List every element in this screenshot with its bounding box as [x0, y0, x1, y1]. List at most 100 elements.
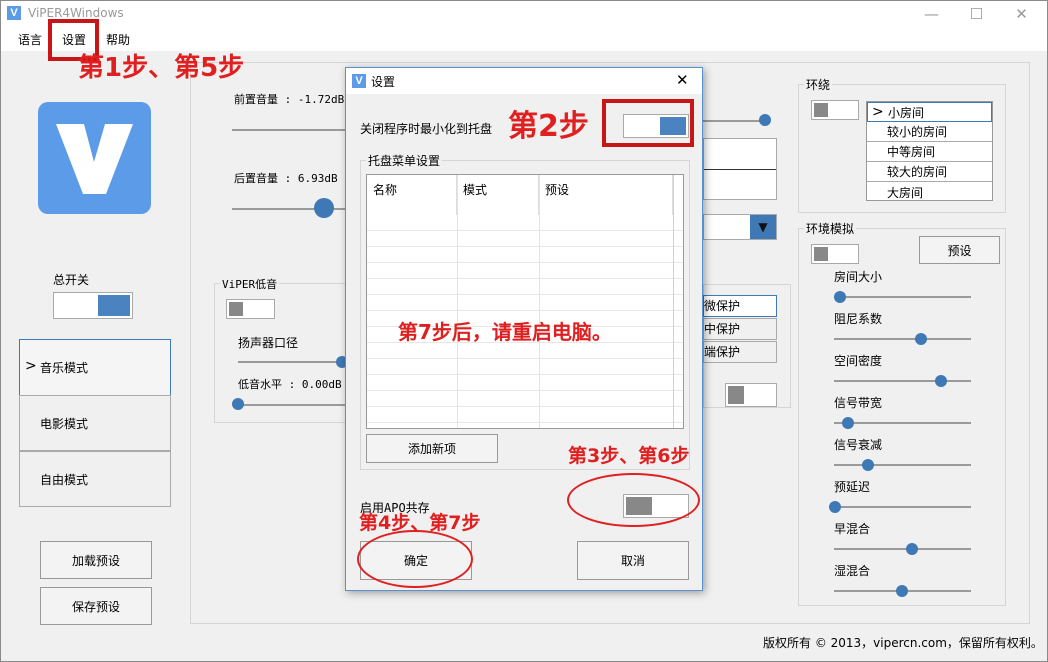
partial-slider[interactable]	[703, 120, 765, 122]
dialog-title-bar	[346, 68, 702, 94]
column-header-mode[interactable]: 模式	[457, 175, 539, 215]
speaker-size-label: 扬声器口径	[238, 336, 299, 350]
env-param-label: 湿混合	[834, 564, 871, 578]
logo-v-icon	[56, 124, 133, 194]
protection-item-1[interactable]: 微保护	[703, 295, 777, 317]
partial-slider-thumb[interactable]	[759, 114, 771, 126]
env-param-label: 预延迟	[834, 480, 871, 494]
bass-level-slider[interactable]	[238, 404, 346, 406]
add-item-button[interactable]: 添加新项	[366, 434, 498, 463]
dialog-app-icon: V	[352, 74, 366, 88]
copyright-text: 版权所有 © 2013，vipercn.com，保留所有权利。	[763, 636, 1043, 650]
env-toggle[interactable]	[811, 244, 859, 264]
table-row[interactable]	[367, 407, 683, 423]
annotation-step-2: 第2步	[508, 109, 589, 144]
table-header: 名称 模式 预设	[367, 175, 683, 215]
window-title: ViPER4Windows	[28, 6, 124, 20]
env-title: 环境模拟	[804, 220, 857, 237]
tray-menu-title: 托盘菜单设置	[366, 152, 443, 169]
close-button[interactable]: ✕	[999, 2, 1044, 26]
pre-volume-slider[interactable]	[232, 129, 348, 131]
pre-volume-label: 前置音量 : -1.72dB	[234, 93, 345, 106]
minimize-button[interactable]: —	[909, 2, 954, 26]
env-param-slider[interactable]	[834, 548, 971, 550]
env-param-label: 房间大小	[834, 270, 883, 284]
env-param-thumb[interactable]	[895, 585, 908, 597]
annotation-step-7-note: 第7步后，请重启电脑。	[398, 320, 612, 344]
load-preset-button[interactable]: 加载预设	[40, 541, 152, 579]
table-row[interactable]	[367, 279, 683, 295]
table-row[interactable]	[367, 391, 683, 407]
mode-movie-label: 电影模式	[40, 416, 89, 431]
env-param-slider[interactable]	[834, 422, 971, 424]
column-header-preset[interactable]: 预设	[539, 175, 673, 215]
env-param-thumb[interactable]	[829, 501, 841, 513]
surround-title: 环绕	[804, 76, 833, 93]
annotation-ellipse-ok	[357, 530, 473, 588]
env-param-label: 早混合	[834, 522, 871, 536]
env-param-label: 信号衰减	[834, 438, 883, 452]
protection-item-3[interactable]: 端保护	[703, 341, 777, 363]
table-row[interactable]	[367, 375, 683, 391]
table-row[interactable]	[367, 215, 683, 231]
room-item[interactable]: > 小房间	[867, 102, 992, 122]
post-volume-thumb[interactable]	[314, 198, 334, 218]
viper-logo	[38, 102, 151, 214]
post-volume-label: 后置音量 : 6.93dB	[234, 172, 338, 185]
room-item[interactable]: 中等房间	[867, 142, 992, 162]
partial-toggle[interactable]	[725, 383, 777, 407]
room-item-label: 小房间	[888, 105, 925, 120]
save-preset-button[interactable]: 保存预设	[40, 587, 152, 625]
table-row[interactable]	[367, 343, 683, 359]
speaker-size-slider[interactable]	[238, 361, 346, 363]
maximize-button[interactable]: ☐	[954, 2, 999, 26]
room-item[interactable]: 较小的房间	[867, 122, 992, 142]
menu-language[interactable]: 语言	[18, 31, 42, 48]
bass-level-thumb[interactable]	[232, 398, 244, 410]
mode-music-label: 音乐模式	[40, 361, 89, 375]
mode-free[interactable]: 自由模式	[19, 451, 171, 507]
annotation-ellipse-apo	[567, 473, 700, 527]
selected-marker: >	[25, 358, 37, 374]
title-bar	[1, 1, 1047, 27]
bass-level-label: 低音水平 : 0.00dB	[238, 378, 342, 391]
surround-toggle[interactable]	[811, 100, 859, 120]
env-param-label: 空间密度	[834, 354, 883, 368]
table-row[interactable]	[367, 263, 683, 279]
env-param-slider[interactable]	[834, 296, 971, 298]
mode-movie[interactable]: 电影模式	[19, 395, 171, 451]
annotation-box-tray-toggle	[602, 99, 694, 147]
selected-marker: >	[872, 104, 884, 120]
env-param-label: 阻尼系数	[834, 312, 883, 326]
viper-bass-toggle[interactable]	[226, 299, 275, 319]
room-item[interactable]: 大房间	[867, 182, 992, 202]
env-param-slider[interactable]	[834, 464, 971, 466]
mode-free-label: 自由模式	[40, 472, 89, 487]
viper-bass-title: ViPER低音	[220, 276, 280, 292]
env-preset-button[interactable]: 预设	[919, 236, 1000, 264]
table-row[interactable]	[367, 295, 683, 311]
minimize-tray-label: 关闭程序时最小化到托盘	[360, 122, 493, 136]
table-row[interactable]	[367, 359, 683, 375]
master-switch-toggle[interactable]	[53, 292, 133, 319]
dialog-title: 设置	[371, 75, 396, 89]
env-param-slider[interactable]	[834, 506, 971, 508]
table-row[interactable]	[367, 247, 683, 263]
room-item[interactable]: 较大的房间	[867, 162, 992, 182]
room-list[interactable]: > 小房间 较小的房间 中等房间 较大的房间 大房间	[866, 101, 993, 201]
dialog-close-icon[interactable]: ✕	[676, 71, 689, 89]
protection-item-2[interactable]: 中保护	[703, 318, 777, 340]
menu-help[interactable]: 帮助	[106, 31, 130, 48]
table-row[interactable]	[367, 231, 683, 247]
master-switch-label: 总开关	[53, 273, 90, 287]
env-param-slider[interactable]	[834, 380, 971, 382]
env-param-label: 信号带宽	[834, 396, 883, 410]
annotation-step-3-6: 第3步、第6步	[568, 445, 690, 467]
partial-display-box	[703, 138, 777, 200]
tray-menu-table[interactable]: 名称 模式 预设	[366, 174, 684, 429]
mode-music[interactable]: > 音乐模式	[19, 339, 171, 396]
env-param-slider[interactable]	[834, 338, 971, 340]
column-header-name[interactable]: 名称	[367, 175, 457, 215]
cancel-button[interactable]: 取消	[577, 541, 689, 580]
dropdown-arrow-icon[interactable]: ▼	[750, 215, 776, 239]
